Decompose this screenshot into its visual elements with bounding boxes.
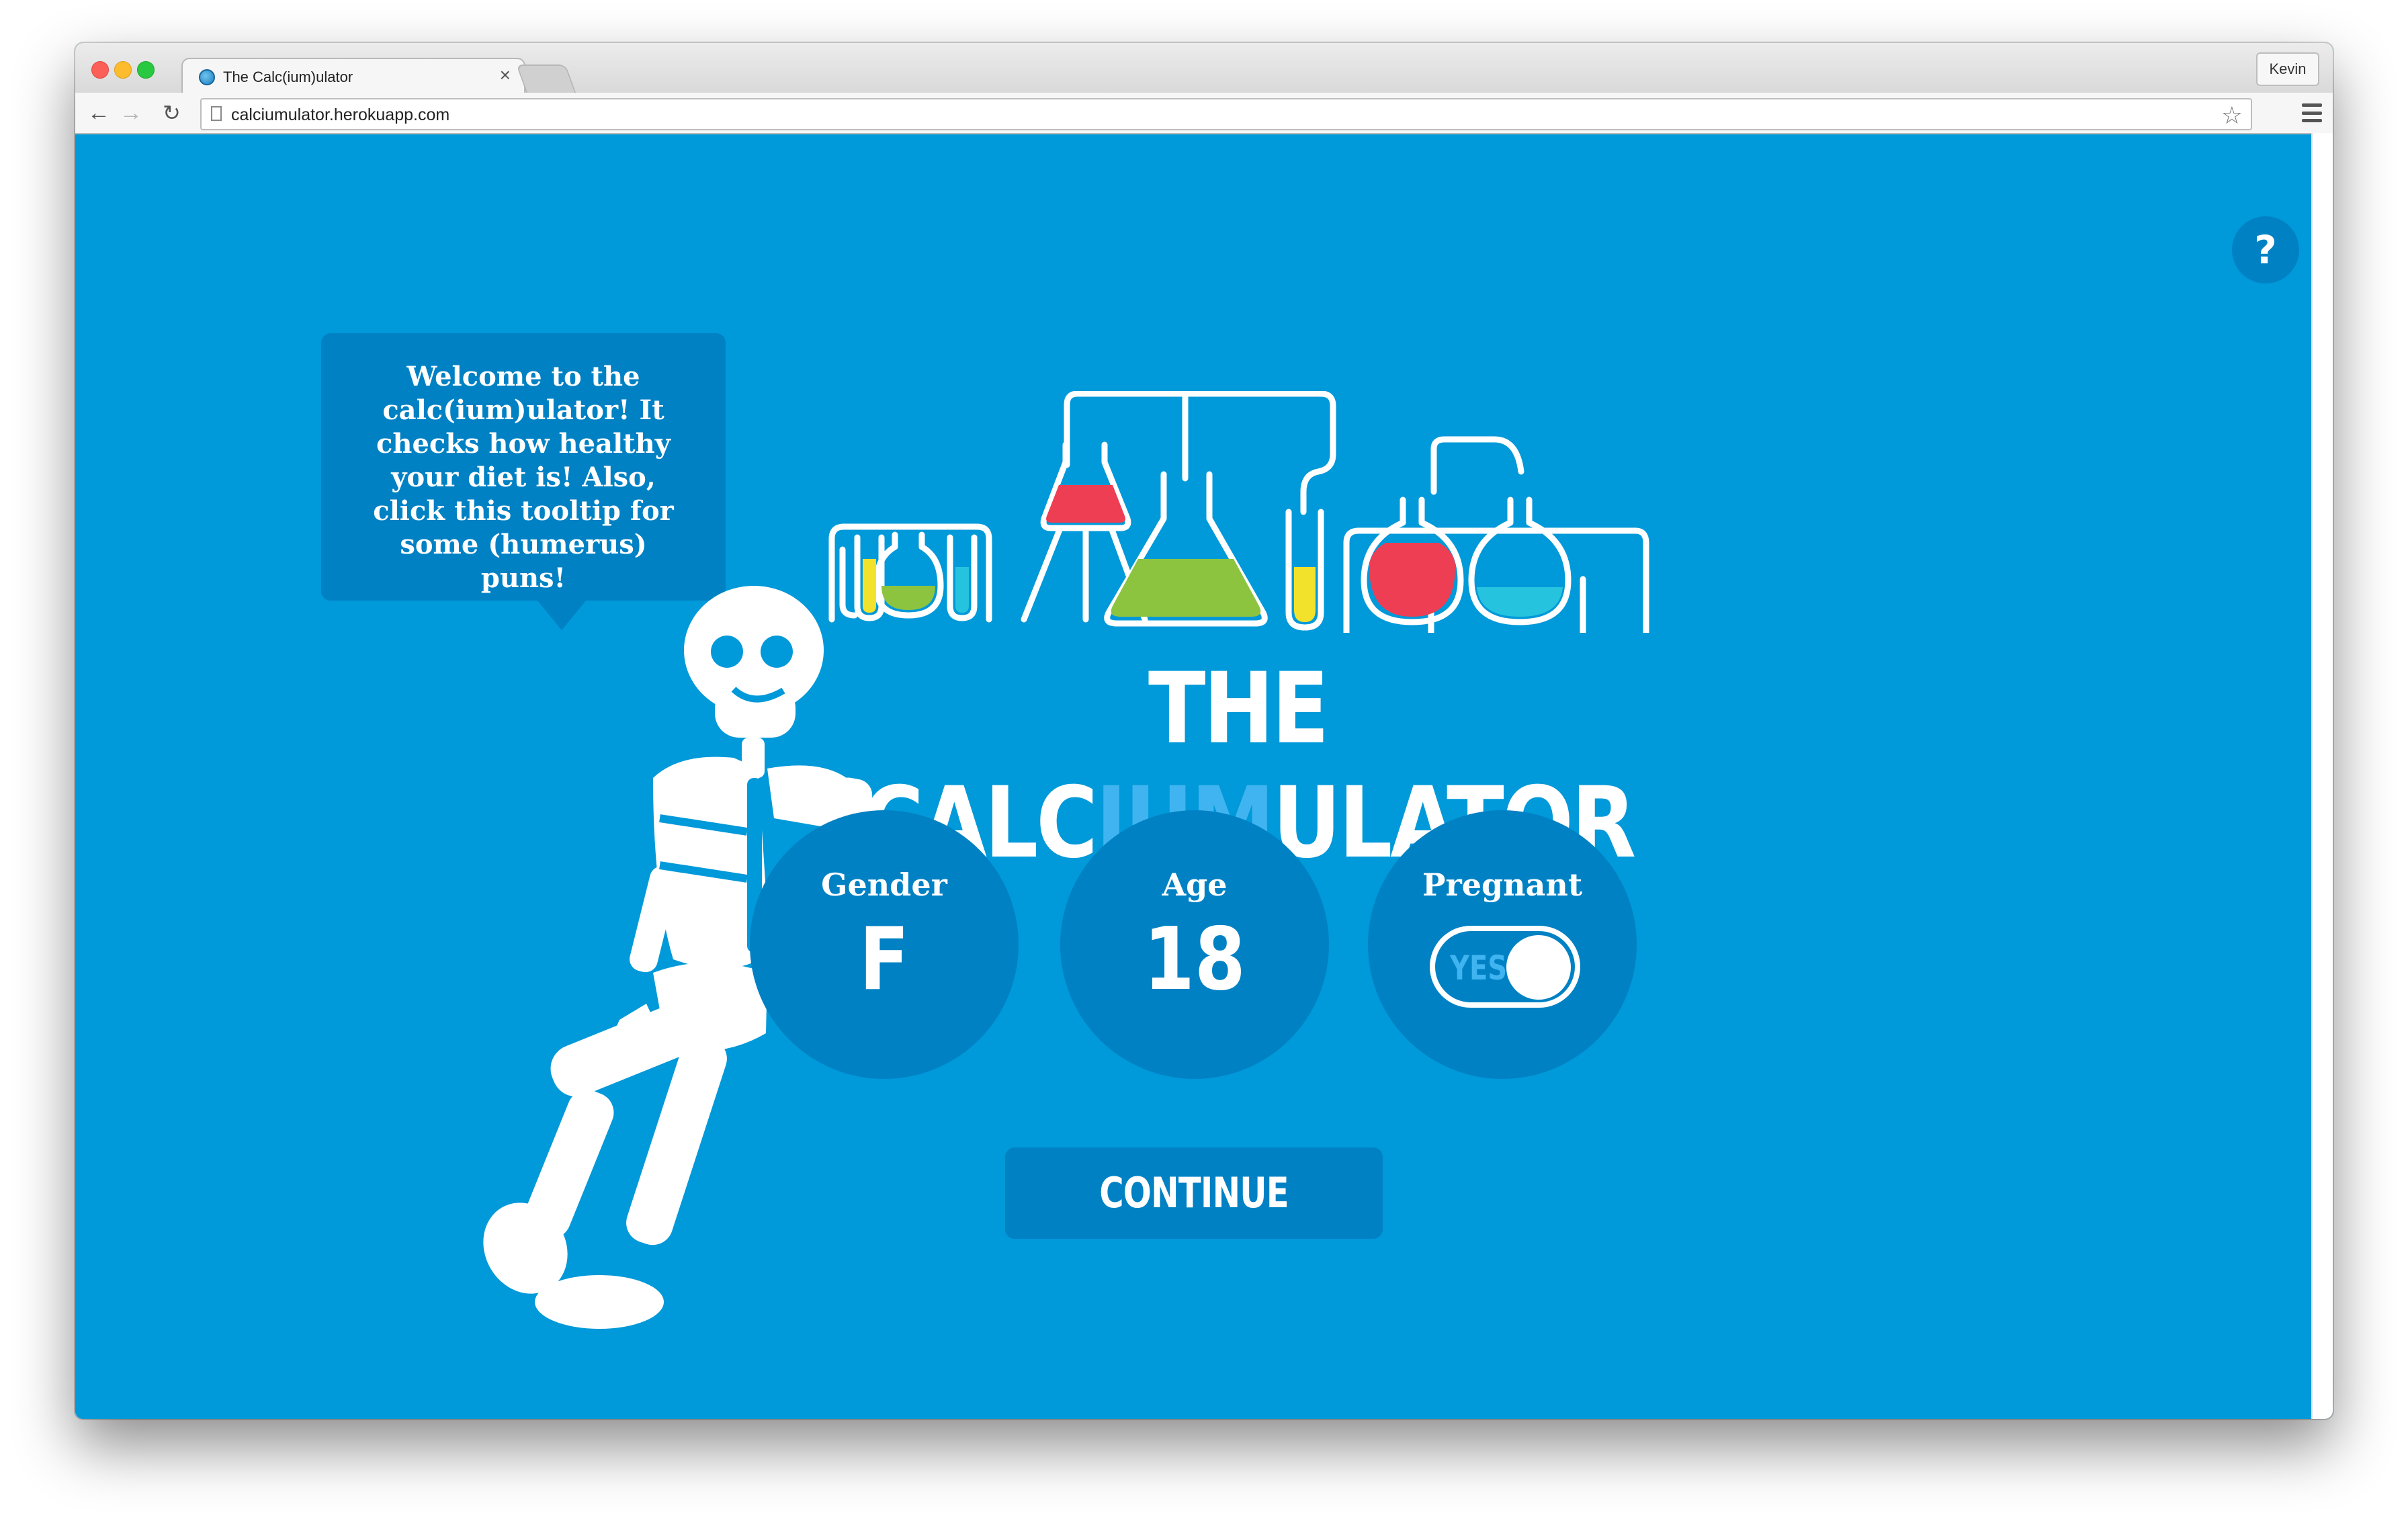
tab-close-icon[interactable]: ×	[500, 66, 511, 85]
welcome-tooltip[interactable]: Welcome to the calc(ium)ulator! It check…	[321, 333, 726, 630]
pregnant-label: Pregnant	[1422, 867, 1583, 903]
menu-icon[interactable]	[2302, 103, 2322, 122]
maximize-window-button[interactable]	[137, 61, 155, 79]
continue-button[interactable]: CONTINUE	[1005, 1147, 1383, 1239]
forward-icon[interactable]: →	[120, 99, 142, 126]
back-icon[interactable]: ←	[87, 99, 110, 126]
pregnant-toggle[interactable]: YES	[1430, 926, 1580, 1008]
toggle-text: YES	[1450, 949, 1508, 988]
toggle-knob[interactable]	[1506, 935, 1571, 1000]
new-tab-button[interactable]	[515, 64, 577, 94]
url-text[interactable]: calciumulator.herokuapp.com	[231, 105, 449, 125]
browser-window: The Calc(ium)ulator × Kevin ← → ↻ calciu…	[75, 43, 2333, 1419]
favicon-icon	[199, 69, 215, 85]
gender-label: Gender	[821, 867, 947, 903]
browser-tab[interactable]: The Calc(ium)ulator ×	[181, 58, 525, 95]
profile-button[interactable]: Kevin	[2256, 52, 2319, 86]
address-bar[interactable]: calciumulator.herokuapp.com ☆	[200, 98, 2252, 130]
browser-toolbar: ← → ↻ calciumulator.herokuapp.com ☆	[75, 93, 2333, 134]
help-icon[interactable]: ?	[2232, 216, 2299, 284]
page-icon	[211, 106, 222, 121]
page-content: ? Welcome to the calc(ium)ulator! It che…	[75, 134, 2313, 1419]
pregnant-selector: Pregnant YES	[1368, 810, 1637, 1079]
minimize-window-button[interactable]	[114, 61, 132, 79]
scrollbar[interactable]	[2311, 133, 2333, 1419]
age-value[interactable]: 18	[1080, 910, 1309, 1010]
reload-icon[interactable]: ↻	[163, 99, 181, 126]
title-bar: The Calc(ium)ulator × Kevin	[75, 43, 2333, 95]
star-icon[interactable]: ☆	[2221, 101, 2243, 130]
gender-value[interactable]: F	[770, 910, 998, 1010]
continue-label: CONTINUE	[1099, 1168, 1289, 1217]
age-selector[interactable]: Age 18	[1060, 810, 1329, 1079]
tab-title: The Calc(ium)ulator	[223, 69, 353, 85]
gender-selector[interactable]: Gender F	[750, 810, 1019, 1079]
lab-equipment-illustration	[828, 391, 1649, 633]
close-window-button[interactable]	[91, 61, 109, 79]
age-label: Age	[1162, 867, 1228, 903]
